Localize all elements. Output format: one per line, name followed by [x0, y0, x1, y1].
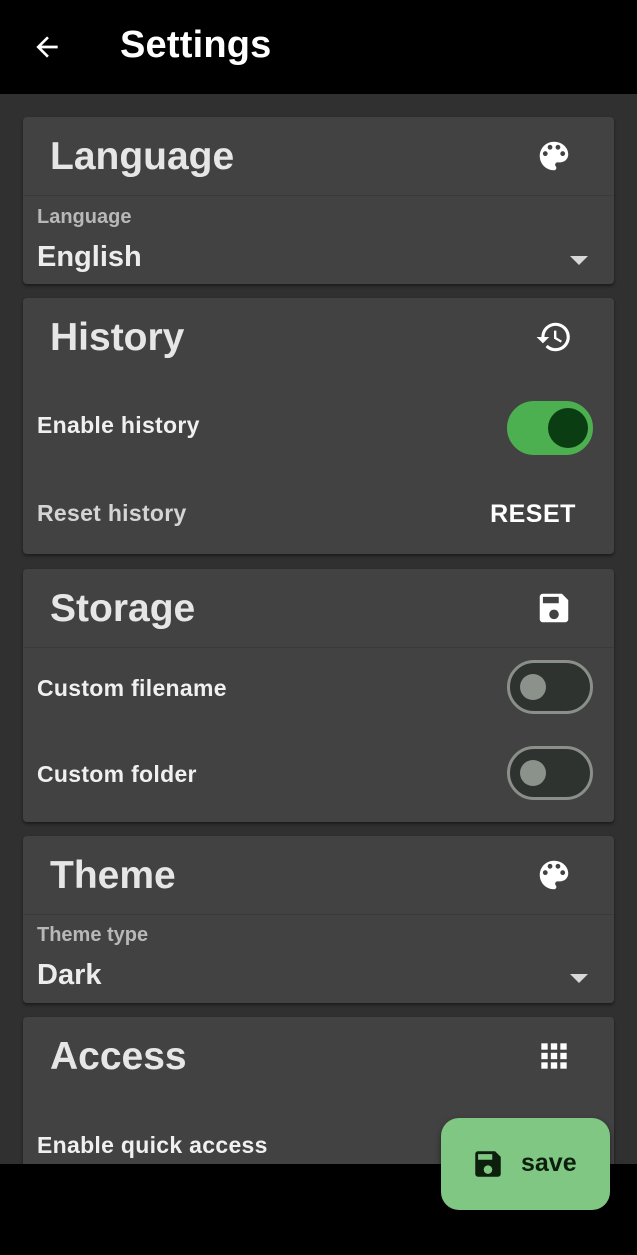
language-card: Language Language English: [23, 117, 614, 284]
arrow-left-icon: [36, 36, 58, 58]
card-title: Theme: [50, 854, 176, 897]
card-header: Storage: [23, 569, 614, 648]
chevron-down-icon: [570, 256, 588, 265]
reset-history-label: Reset history: [37, 500, 187, 526]
switch-knob: [520, 674, 546, 700]
back-button[interactable]: [22, 22, 72, 72]
chevron-down-icon: [570, 974, 588, 983]
storage-card: Storage Custom filename Custom folder: [23, 569, 614, 822]
switch-knob: [520, 760, 546, 786]
theme-card: Theme Theme type Dark: [23, 836, 614, 1003]
floppy-disk-icon: [539, 593, 569, 623]
custom-folder-switch[interactable]: [507, 746, 593, 800]
language-select[interactable]: Language English: [23, 197, 614, 284]
custom-filename-label: Custom filename: [37, 675, 227, 701]
grid-icon: [541, 1043, 567, 1069]
card-title: History: [50, 316, 185, 359]
card-header: Access: [23, 1017, 614, 1095]
custom-filename-switch[interactable]: [507, 660, 593, 714]
language-select-label: Language: [37, 206, 132, 228]
theme-type-select-value: Dark: [37, 959, 102, 991]
save-button[interactable]: save: [441, 1118, 610, 1210]
theme-type-select-label: Theme type: [37, 924, 149, 946]
theme-type-select[interactable]: Theme type Dark: [23, 916, 614, 1003]
card-title: Language: [50, 135, 235, 178]
card-title: Access: [50, 1035, 187, 1078]
save-button-label: save: [521, 1149, 577, 1177]
history-icon: [536, 322, 570, 352]
enable-history-switch[interactable]: [507, 401, 593, 455]
settings-content[interactable]: Language Language English History Enable…: [0, 94, 637, 1164]
card-title: Storage: [50, 587, 196, 630]
custom-folder-label: Custom folder: [37, 761, 197, 787]
enable-quick-access-label: Enable quick access: [37, 1132, 268, 1158]
switch-knob: [548, 408, 588, 448]
language-select-value: English: [37, 241, 142, 273]
card-header: History: [23, 298, 614, 376]
page-title: Settings: [120, 24, 272, 66]
floppy-disk-icon: [475, 1151, 501, 1177]
history-card: History Enable history Reset history RES…: [23, 298, 614, 554]
palette-icon: [539, 860, 569, 890]
palette-icon: [539, 141, 569, 171]
app-bar: Settings: [0, 0, 637, 94]
card-header: Language: [23, 117, 614, 196]
card-header: Theme: [23, 836, 614, 915]
reset-history-button[interactable]: RESET: [477, 488, 589, 540]
enable-history-label: Enable history: [37, 412, 200, 438]
